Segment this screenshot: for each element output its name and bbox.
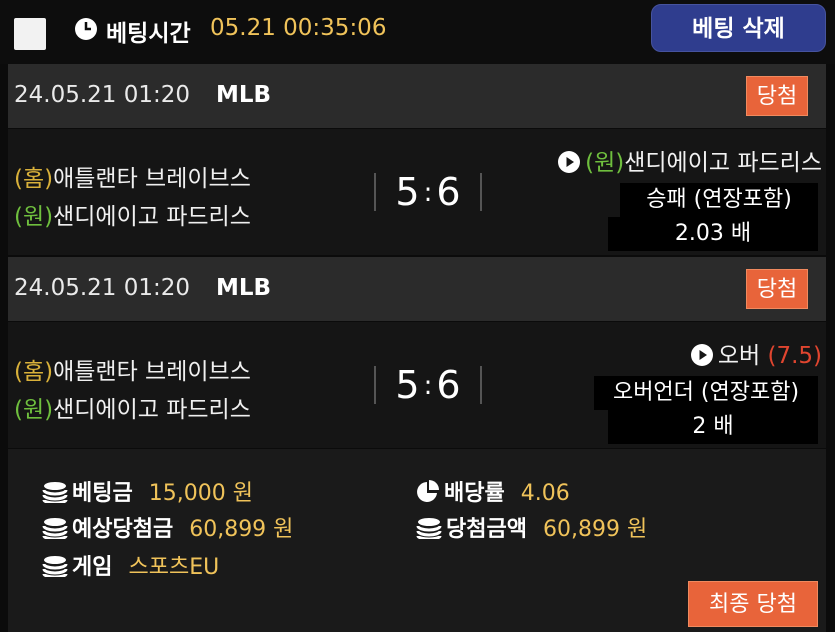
select-checkbox[interactable] (14, 18, 46, 50)
bet-amount-row: 베팅금 15,000 원 (42, 475, 253, 507)
away-team-name: 샌디에이고 파드리스 (53, 204, 251, 230)
bet-time-value: 05.21 00:35:06 (210, 15, 387, 41)
bet-header: 베팅시간 05.21 00:35:06 베팅 삭제 (0, 0, 835, 64)
expected-win-label: 예상당첨금 (72, 517, 174, 542)
game-date: 24.05.21 01:20 (14, 275, 191, 301)
odds-rate-row: 배당률 4.06 (416, 475, 570, 507)
delete-bet-button[interactable]: 베팅 삭제 (651, 4, 826, 52)
clock-icon (75, 18, 97, 40)
score-home: 5 (395, 170, 420, 214)
home-tag: (홈) (14, 359, 54, 385)
score-away: 6 (436, 170, 461, 214)
final-win-button[interactable]: 최종 당첨 (688, 581, 818, 627)
home-team-name: 애틀랜타 브레이브스 (53, 166, 251, 192)
market-type: 승패 (연장포함) (620, 183, 818, 217)
score-away: 6 (436, 363, 461, 407)
game-type-value: 스포츠EU (128, 555, 220, 580)
win-amount-label: 당첨금액 (446, 517, 527, 542)
coin-stack-icon (416, 518, 442, 539)
home-tag: (홈) (14, 166, 54, 192)
pick-selection: 오버 (7.5) (690, 336, 822, 370)
bet-amount-value: 15,000 원 (148, 481, 253, 506)
game-league: MLB (216, 82, 272, 108)
odds-value: 2.03 배 (608, 217, 818, 251)
win-amount-value: 60,899 원 (542, 517, 648, 542)
win-amount-row: 당첨금액 60,899 원 (416, 511, 647, 543)
win-status-badge: 당첨 (746, 76, 808, 116)
game-header: 24.05.21 01:20 MLB 당첨 (8, 257, 826, 321)
away-team-row: (원)샌디에이고 파드리스 (14, 197, 251, 231)
bet-summary: 베팅금 15,000 원 배당률 4.06 예상당첨금 60,899 원 당첨금액 60… (8, 449, 826, 632)
odds-rate-value: 4.06 (520, 481, 570, 506)
bet-amount-label: 베팅금 (72, 481, 133, 506)
pick-name: 오버 (717, 343, 761, 369)
pick-name: 샌디에이고 파드리스 (624, 150, 822, 176)
market-type: 오버언더 (연장포함) (594, 376, 818, 410)
score: 5:6 (374, 366, 482, 404)
win-status-badge: 당첨 (746, 269, 808, 309)
play-icon (558, 151, 581, 173)
score: 5:6 (374, 173, 482, 211)
coin-stack-icon (42, 518, 68, 539)
game-type-row: 게임 스포츠EU (42, 549, 219, 581)
away-team-name: 샌디에이고 파드리스 (53, 397, 251, 423)
game-type-label: 게임 (72, 555, 113, 580)
coin-stack-icon (42, 482, 68, 503)
pick-tag: (원) (585, 150, 625, 176)
home-team-name: 애틀랜타 브레이브스 (53, 359, 251, 385)
expected-win-value: 60,899 원 (189, 517, 294, 542)
bet-time-label: 베팅시간 (106, 21, 191, 47)
home-team-row: (홈)애틀랜타 브레이브스 (14, 352, 251, 386)
game-detail: (홈)애틀랜타 브레이브스 (원)샌디에이고 파드리스 5:6 오버 (7.5)… (8, 322, 826, 448)
home-team-row: (홈)애틀랜타 브레이브스 (14, 159, 251, 193)
game-header: 24.05.21 01:20 MLB 당첨 (8, 64, 826, 128)
pick-selection: (원)샌디에이고 파드리스 (557, 143, 822, 177)
coin-stack-icon (42, 556, 68, 577)
score-home: 5 (395, 363, 420, 407)
away-team-row: (원)샌디에이고 파드리스 (14, 390, 251, 424)
odds-rate-label: 배당률 (444, 481, 505, 506)
play-icon (690, 344, 713, 366)
away-tag: (원) (14, 204, 54, 230)
expected-win-row: 예상당첨금 60,899 원 (42, 511, 293, 543)
game-date: 24.05.21 01:20 (14, 82, 191, 108)
pick-line: (7.5) (767, 343, 822, 369)
odds-value: 2 배 (608, 410, 818, 444)
away-tag: (원) (14, 397, 54, 423)
game-detail: (홈)애틀랜타 브레이브스 (원)샌디에이고 파드리스 5:6 (원)샌디에이고… (8, 129, 826, 255)
game-league: MLB (216, 275, 272, 301)
pie-chart-icon (417, 480, 439, 502)
